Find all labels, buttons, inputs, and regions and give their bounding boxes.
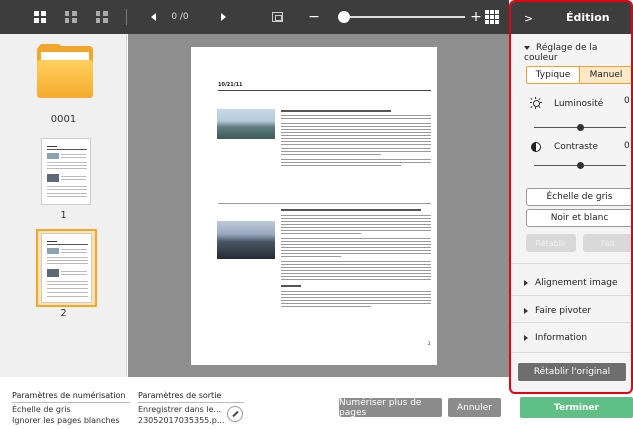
rotate-label: Faire pivoter	[535, 306, 592, 316]
information-section[interactable]: Information	[524, 333, 587, 343]
page-label-2: 2	[60, 308, 67, 319]
plus-icon: +	[470, 9, 482, 25]
zoom-in-button[interactable]: +	[469, 0, 483, 34]
fit-page-button[interactable]	[268, 0, 286, 34]
color-adjust-section[interactable]: Réglage de la couleur	[524, 43, 631, 63]
document-photo-1	[217, 109, 275, 139]
tab-manuel[interactable]: Manuel	[579, 67, 631, 83]
edition-panel: > Édition Réglage de la couleur Typique …	[509, 0, 633, 394]
reset-button[interactable]: Rétablir	[526, 234, 576, 252]
page-thumbnail-1[interactable]	[41, 138, 91, 205]
edition-title: Édition	[566, 11, 610, 24]
grid-view-button[interactable]	[484, 0, 500, 34]
page-counter: 0 /0	[171, 12, 189, 22]
output-params-rule	[138, 402, 244, 403]
section-divider	[511, 322, 631, 323]
output-filename: 23052017035355.p...	[138, 416, 225, 425]
bottom-bar: Paramètres de numérisation Échelle de gr…	[0, 377, 509, 429]
color-mode-tabs: Typique Manuel	[526, 66, 631, 84]
section-divider	[511, 295, 631, 296]
contrast-label: Contraste	[554, 142, 598, 152]
pencil-icon	[231, 410, 239, 418]
information-label: Information	[535, 333, 588, 343]
viewer-toolbar: 0 /0 − +	[0, 0, 509, 34]
scan-param-color: Échelle de gris	[12, 405, 71, 414]
caret-right-icon	[524, 307, 528, 314]
scan-param-blank: Ignorer les pages blanches	[12, 416, 120, 425]
scan-more-button[interactable]: Numériser plus de pages	[339, 398, 442, 418]
output-params-title: Paramètres de sortie	[138, 391, 222, 400]
document-page: 10/21/11 2	[191, 47, 437, 365]
page-thumbnail-2[interactable]	[41, 233, 92, 303]
caret-down-icon	[524, 45, 530, 50]
grayscale-button[interactable]: Échelle de gris	[526, 188, 631, 206]
tab-typique[interactable]: Typique	[527, 67, 579, 83]
zoom-out-button[interactable]: −	[306, 0, 322, 34]
toolbar-divider	[126, 9, 127, 25]
output-save-location: Enregistrer dans le...	[138, 405, 222, 414]
previous-page-button[interactable]	[145, 0, 161, 34]
document-rule	[218, 90, 431, 91]
finish-button[interactable]: Terminer	[520, 397, 633, 418]
brightness-value: 0	[624, 96, 630, 106]
document-date: 10/21/11	[218, 82, 243, 88]
zoom-slider-handle[interactable]	[338, 11, 350, 23]
grid-icon	[485, 10, 499, 24]
brightness-slider-handle[interactable]	[577, 124, 584, 131]
arrow-right-icon	[220, 13, 226, 21]
fit-to-page-icon	[271, 12, 283, 22]
minus-icon: −	[308, 9, 320, 25]
black-white-button[interactable]: Noir et blanc	[526, 209, 631, 227]
large-thumbnails-icon[interactable]	[30, 0, 50, 34]
document-photo-2	[217, 221, 275, 259]
caret-right-icon	[524, 334, 528, 341]
alignment-section[interactable]: Alignement image	[524, 278, 618, 288]
folder-label: 0001	[50, 114, 77, 125]
small-thumbnails-icon[interactable]	[92, 0, 112, 34]
page-preview-area[interactable]: 10/21/11 2	[128, 34, 509, 377]
contrast-value: 0	[624, 141, 630, 151]
cancel-button[interactable]: Annuler	[448, 398, 501, 417]
next-page-button[interactable]	[215, 0, 231, 34]
document-page-number: 2	[428, 341, 431, 346]
brightness-icon	[530, 97, 542, 109]
caret-right-icon	[524, 279, 528, 286]
contrast-slider-handle[interactable]	[577, 162, 584, 169]
edition-header: > Édition	[511, 2, 631, 34]
page-label-1: 1	[60, 210, 67, 221]
alignment-label: Alignement image	[535, 278, 618, 288]
collapse-chevron-icon[interactable]: >	[524, 12, 533, 25]
section-divider	[511, 352, 631, 353]
scan-params-rule	[12, 402, 130, 403]
apply-button[interactable]: Fait	[583, 234, 631, 252]
color-adjust-label: Réglage de la couleur	[524, 43, 598, 63]
rotate-section[interactable]: Faire pivoter	[524, 306, 591, 316]
folder-icon[interactable]	[37, 44, 93, 100]
restore-original-button[interactable]: Rétablir l'original	[518, 363, 626, 381]
edit-output-button[interactable]	[227, 406, 243, 422]
contrast-icon	[531, 142, 541, 152]
scan-params-title: Paramètres de numérisation	[12, 391, 126, 400]
brightness-label: Luminosité	[554, 99, 604, 109]
section-divider	[511, 263, 631, 264]
document-section-divider	[218, 203, 431, 204]
zoom-slider[interactable]	[340, 16, 465, 18]
arrow-left-icon	[150, 13, 156, 21]
thumbnail-panel: 0001 1 2	[0, 34, 127, 377]
medium-thumbnails-icon[interactable]	[61, 0, 81, 34]
